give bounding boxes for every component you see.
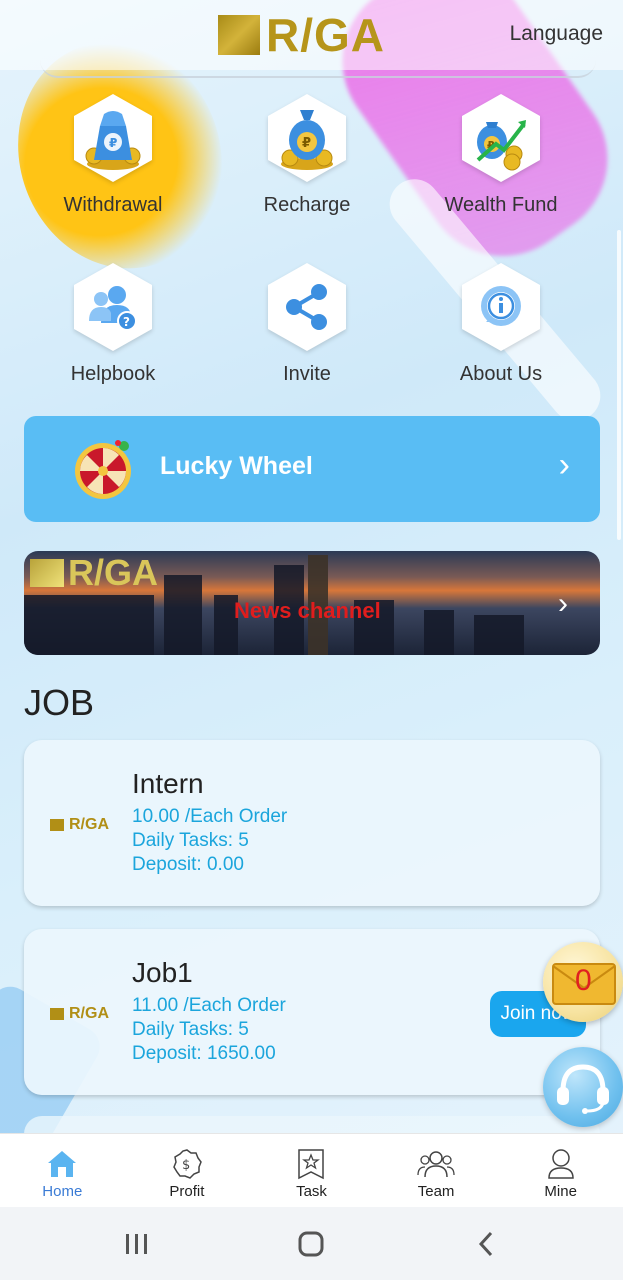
info-icon	[462, 263, 540, 351]
job-logo: R/GA	[50, 1005, 109, 1023]
chevron-right-icon: ›	[558, 446, 570, 484]
logo-square-icon	[50, 1008, 64, 1020]
mail-button[interactable]: 0	[543, 942, 623, 1022]
nav-team-label: Team	[417, 1183, 455, 1200]
home-system-icon[interactable]	[291, 1229, 331, 1259]
job-section-title: JOB	[24, 682, 95, 723]
scrollbar[interactable]	[617, 230, 621, 540]
bookmark-star-icon	[249, 1148, 374, 1180]
job-card-intern[interactable]: R/GA Intern 10.00 /Each Order Daily Task…	[24, 740, 600, 906]
about-us-button[interactable]: About Us	[406, 261, 596, 386]
logo-square-icon	[50, 819, 64, 831]
invite-button[interactable]: Invite	[212, 261, 402, 386]
nav-profit-label: Profit	[169, 1183, 205, 1200]
recharge-label: Recharge	[263, 194, 351, 216]
language-button[interactable]: Language	[510, 22, 603, 46]
chevron-right-icon: ›	[558, 587, 568, 620]
job-daily-tasks: Daily Tasks: 5	[132, 1019, 249, 1040]
user-icon	[498, 1148, 623, 1180]
nav-task-label: Task	[296, 1183, 327, 1200]
team-icon	[374, 1148, 499, 1180]
nav-profit[interactable]: $ Profit	[125, 1134, 250, 1207]
app-logo: R/GA	[218, 9, 385, 61]
nav-home-label: Home	[42, 1183, 83, 1200]
app-header: R/GA Language	[0, 0, 623, 70]
coin-bag-icon: ₽	[268, 94, 346, 182]
about-us-label: About Us	[459, 363, 543, 385]
logo-text: R/GA	[266, 9, 385, 61]
users-help-icon: ?	[74, 263, 152, 351]
job-logo: R/GA	[50, 816, 109, 834]
news-logo-text: R/GA	[68, 552, 158, 593]
svg-text:$: $	[182, 1158, 190, 1173]
helpbook-label: Helpbook	[70, 363, 156, 385]
logo-square-icon	[218, 15, 260, 55]
job-daily-tasks: Daily Tasks: 5	[132, 830, 249, 851]
job-deposit: Deposit: 1650.00	[132, 1043, 276, 1064]
headset-icon	[557, 1064, 609, 1114]
nav-mine[interactable]: Mine	[498, 1134, 623, 1207]
system-navigation-bar	[0, 1207, 623, 1280]
job-deposit: Deposit: 0.00	[132, 854, 244, 875]
news-channel-label: News channel	[234, 598, 381, 623]
svg-text:₽: ₽	[302, 136, 311, 151]
withdrawal-label: Withdrawal	[63, 194, 163, 216]
lucky-wheel-banner[interactable]: Lucky Wheel ›	[24, 416, 600, 522]
dollar-badge-icon: $	[125, 1148, 250, 1180]
withdrawal-button[interactable]: ₽ Withdrawal	[18, 92, 208, 217]
job-logo-text: R/GA	[69, 816, 109, 833]
nav-mine-label: Mine	[544, 1183, 577, 1200]
recharge-button[interactable]: ₽ Recharge	[212, 92, 402, 217]
wealth-fund-label: Wealth Fund	[444, 194, 558, 216]
mail-count-badge: 0	[575, 964, 592, 997]
job-card-job1[interactable]: R/GA Job1 11.00 /Each Order Daily Tasks:…	[24, 929, 600, 1095]
job-rate: 11.00 /Each Order	[132, 995, 286, 1016]
growth-fund-icon: ₽	[462, 94, 540, 182]
wealth-fund-button[interactable]: ₽ Wealth Fund	[406, 92, 596, 217]
nav-home[interactable]: Home	[0, 1134, 125, 1207]
customer-support-button[interactable]	[543, 1047, 623, 1127]
bottom-navigation: Home $ Profit Task Team Mine	[0, 1133, 623, 1207]
recent-apps-icon[interactable]	[117, 1229, 157, 1259]
job-rate: 10.00 /Each Order	[132, 806, 288, 827]
lucky-wheel-label: Lucky Wheel	[160, 452, 313, 480]
share-icon	[268, 263, 346, 351]
home-icon	[0, 1148, 125, 1180]
nav-task[interactable]: Task	[249, 1134, 374, 1207]
back-icon[interactable]	[466, 1229, 506, 1259]
nav-team[interactable]: Team	[374, 1134, 499, 1207]
news-logo: R/GA	[30, 552, 158, 593]
prize-wheel-icon	[72, 438, 134, 500]
svg-text:₽: ₽	[109, 136, 117, 150]
job-name: Job1	[132, 957, 193, 988]
job-logo-text: R/GA	[69, 1005, 109, 1022]
svg-text:?: ?	[123, 315, 130, 329]
helpbook-button[interactable]: ? Helpbook	[18, 261, 208, 386]
invite-label: Invite	[283, 363, 331, 385]
logo-square-icon	[30, 559, 64, 587]
job-name: Intern	[132, 768, 204, 799]
money-bag-icon: ₽	[74, 94, 152, 182]
news-channel-banner[interactable]: R/GA News channel ›	[24, 551, 600, 655]
